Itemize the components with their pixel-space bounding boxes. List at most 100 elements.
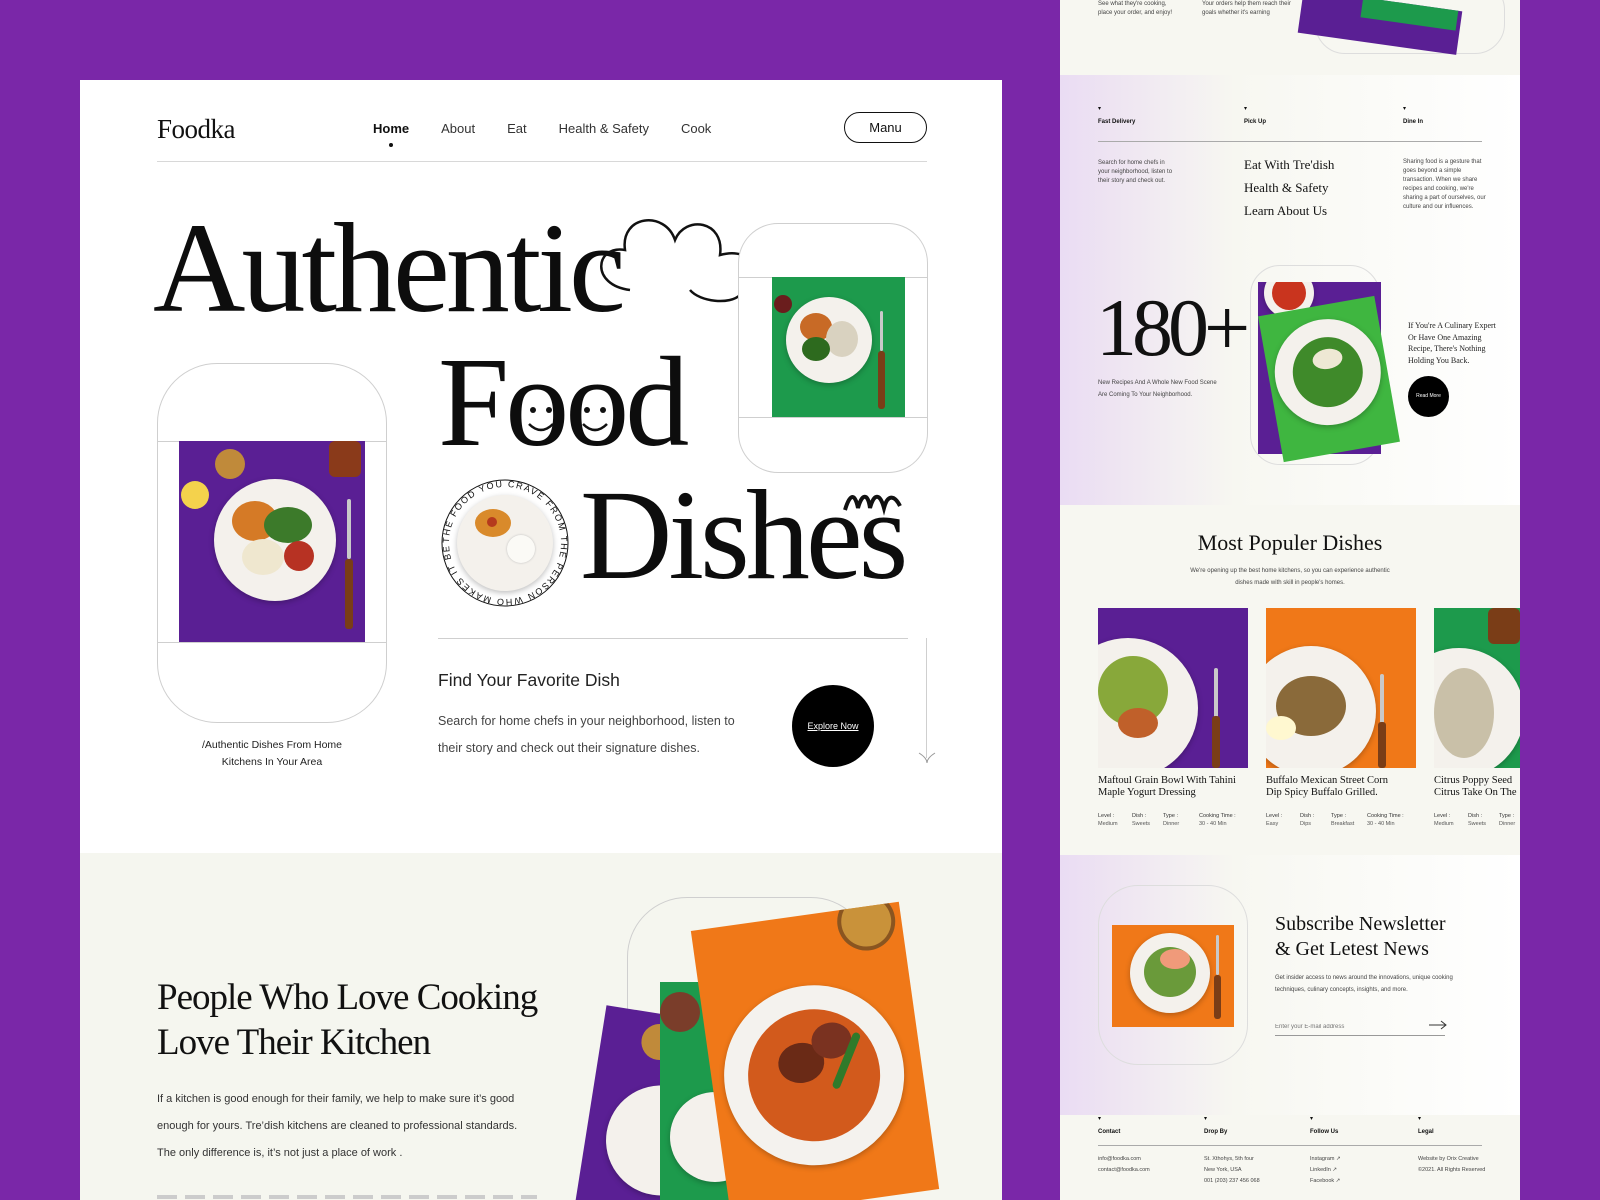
- expert-line-3: Recipe, There's Nothing: [1408, 344, 1486, 353]
- dish-card-3[interactable]: [1434, 608, 1520, 768]
- dish-1-time-label: Cooking Time :: [1199, 813, 1236, 819]
- top-left-text-2: place your order, and enjoy!: [1098, 10, 1173, 16]
- dish-3-type-label: Type :: [1499, 813, 1514, 819]
- stat-desc-2: Are Coming To Your Neighborhood.: [1098, 392, 1193, 398]
- kitchen-desc-line1: If a kitchen is good enough for their fa…: [157, 1093, 515, 1105]
- nav-about[interactable]: About: [441, 121, 475, 136]
- dish-card-2[interactable]: [1266, 608, 1416, 768]
- sharing-text-6: culture and our influences.: [1403, 204, 1474, 210]
- logo[interactable]: Foodka: [157, 114, 236, 145]
- link-eat-with[interactable]: Eat With Tre'dish: [1244, 157, 1334, 173]
- nav-cook[interactable]: Cook: [681, 121, 711, 136]
- dish-3-level-label: Level :: [1434, 813, 1451, 819]
- hero-line-authentic: Authentic: [153, 197, 626, 339]
- footer-copyright: ©2021. All Rights Reserved: [1418, 1167, 1486, 1173]
- nav-links: Home About Eat Health & Safety Cook: [373, 121, 743, 136]
- sharing-text-3: transaction. When we share: [1403, 177, 1478, 183]
- landing-page: Foodka Home About Eat Health & Safety Co…: [80, 80, 1002, 1200]
- dish-2-dish: Dips: [1300, 821, 1312, 827]
- explore-now-button[interactable]: Explore Now: [792, 685, 874, 767]
- footer-email-1[interactable]: info@foodka.com: [1098, 1154, 1150, 1165]
- newsletter-desc-2: techniques, culinary concepts, insights,…: [1275, 987, 1408, 993]
- expert-line-2: Or Have One Amazing: [1408, 332, 1482, 342]
- dish-3-level: Medium: [1434, 821, 1454, 827]
- footer-email-2[interactable]: contact@foodka.com: [1098, 1165, 1150, 1176]
- dish-2-name-line1: Buffalo Mexican Street Corn: [1266, 775, 1388, 786]
- nav-health-safety[interactable]: Health & Safety: [559, 121, 649, 136]
- top-nav: Foodka Home About Eat Health & Safety Co…: [157, 112, 927, 162]
- footer-credit: Website by Orix Creative: [1418, 1156, 1479, 1162]
- stat-number: 180+: [1096, 282, 1250, 373]
- sharing-text-1: Sharing food is a gesture that: [1403, 159, 1482, 165]
- footer-follow-head: Follow Us: [1310, 1129, 1339, 1135]
- top-mid-text-2: goals whether it's earning: [1202, 10, 1270, 16]
- popular-desc-1: We're opening up the best home kitchens,…: [1190, 568, 1390, 574]
- tab-fast-delivery[interactable]: Fast Delivery: [1098, 119, 1135, 125]
- smiley-faces-icon: [528, 407, 608, 432]
- dish-3-type: Dinner: [1499, 821, 1516, 827]
- side-preview-panel: See what they're cooking, place your ord…: [1060, 0, 1520, 1200]
- footer-contact-head: Contact: [1098, 1129, 1121, 1135]
- stat-green-photo: [1258, 295, 1400, 463]
- expert-line-4: Holding You Back.: [1408, 355, 1470, 365]
- dish-1-name-line1: Maftoul Grain Bowl With Tahini: [1098, 775, 1236, 786]
- email-input[interactable]: [1275, 1018, 1445, 1036]
- top-left-text-1: See what they're cooking,: [1098, 1, 1167, 7]
- dish-card-1[interactable]: [1098, 608, 1248, 768]
- tab-dine-in[interactable]: Dine In: [1403, 119, 1423, 125]
- newsletter-title-1: Subscribe Newsletter: [1275, 913, 1446, 935]
- popular-title: Most Populer Dishes: [1197, 530, 1383, 555]
- footer-facebook-link[interactable]: Facebook ↗: [1310, 1176, 1341, 1187]
- footer-drop-head: Drop By: [1204, 1129, 1228, 1135]
- search-text-3: their story and check out.: [1098, 178, 1166, 184]
- footer-address-1: St. Xthohys, 5th four: [1204, 1156, 1254, 1162]
- rotating-badge: THE FOOD YOU CRAVE FROM THE PERSON WHO M…: [436, 470, 570, 608]
- dish-2-dish-label: Dish :: [1300, 813, 1315, 819]
- top-mid-text-1: Your orders help them reach their: [1202, 1, 1291, 7]
- arrow-down-icon: [918, 752, 936, 764]
- search-text-1: Search for home chefs in: [1098, 160, 1165, 166]
- arrow-right-icon[interactable]: [1428, 1020, 1448, 1030]
- stat-desc-1: New Recipes And A Whole New Food Scene: [1098, 380, 1217, 386]
- sharing-text-2: goes beyond a simple: [1403, 168, 1462, 174]
- tab-pick-up[interactable]: Pick Up: [1244, 119, 1266, 125]
- newsletter-desc-1: Get insider access to news around the in…: [1275, 975, 1453, 981]
- dish-3-name-line2: Citrus Take On The: [1434, 787, 1517, 798]
- kitchen-desc-line3: The only difference is, it’s not just a …: [157, 1147, 403, 1159]
- dish-2-type-label: Type :: [1331, 813, 1346, 819]
- footer-instagram-link[interactable]: Instagram ↗: [1310, 1154, 1341, 1165]
- link-learn-about[interactable]: Learn About Us: [1244, 203, 1327, 219]
- squiggle-doodle: [843, 494, 902, 516]
- newsletter-title-2: & Get Letest News: [1275, 938, 1429, 960]
- purple-dish-photo: [179, 441, 365, 642]
- nav-home[interactable]: Home: [373, 121, 409, 136]
- footer-linkedin-link[interactable]: LinkedIn ↗: [1310, 1165, 1341, 1176]
- badge-plate-image: [457, 495, 553, 591]
- find-desc-line1: Search for home chefs in your neighborho…: [438, 714, 735, 728]
- dish-2-time: 30 - 40 Min: [1367, 821, 1395, 827]
- kitchen-desc-line2: enough for yours. Tre’dish kitchens are …: [157, 1120, 518, 1132]
- sharing-text-5: sharing a part of ourselves, our: [1403, 195, 1486, 201]
- find-desc-line2: their story and check out their signatur…: [438, 741, 700, 755]
- search-text-2: your neighborhood, listen to: [1098, 169, 1173, 175]
- footer-address-2: New York, USA: [1204, 1167, 1242, 1173]
- newsletter-photo: [1112, 925, 1234, 1027]
- sharing-text-4: recipes and cooking, we're: [1403, 186, 1474, 192]
- dish-2-name-line2: Dip Spicy Buffalo Grilled.: [1266, 787, 1378, 798]
- dish-1-time: 30 - 40 Min: [1199, 821, 1227, 827]
- footer-phone: 001 (203) 237 456 068: [1204, 1178, 1260, 1184]
- dish-2-level: Easy: [1266, 821, 1279, 827]
- kitchen-title-line2: Love Their Kitchen: [157, 1022, 431, 1063]
- dish-1-dish-label: Dish :: [1132, 813, 1147, 819]
- link-health-safety[interactable]: Health & Safety: [1244, 180, 1328, 196]
- dish-1-type-label: Type :: [1163, 813, 1178, 819]
- dish-1-dish: Sweets: [1132, 821, 1151, 827]
- menu-button[interactable]: Manu: [844, 112, 927, 143]
- dish-3-dish-label: Dish :: [1468, 813, 1483, 819]
- nav-eat[interactable]: Eat: [507, 121, 527, 136]
- left-caption-line1: /Authentic Dishes From Home: [201, 739, 343, 751]
- dish-1-type: Dinner: [1163, 821, 1180, 827]
- footer-legal-head: Legal: [1418, 1129, 1434, 1135]
- read-more-button[interactable]: Read More: [1408, 376, 1449, 417]
- dish-2-level-label: Level :: [1266, 813, 1283, 819]
